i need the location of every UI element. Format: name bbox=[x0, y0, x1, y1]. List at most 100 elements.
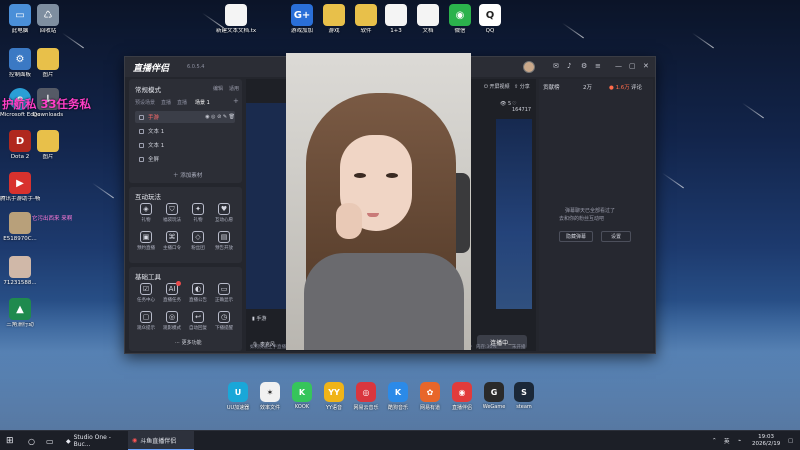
source-row[interactable]: 文本 1 bbox=[135, 139, 235, 151]
dock-kook[interactable]: K KOOK bbox=[286, 382, 318, 410]
desktop-icon-pictures-2[interactable]: 图片 bbox=[28, 130, 68, 161]
source-row[interactable]: 全屏 bbox=[135, 153, 235, 165]
delta-force-icon: ▲ bbox=[9, 298, 31, 320]
reply-icon: ↩ bbox=[192, 311, 204, 323]
tool-announcement[interactable]: ◐ 直播公告 bbox=[185, 283, 211, 303]
kugou-icon: K bbox=[388, 382, 408, 402]
basic-tools-title: 基础工具 bbox=[135, 273, 161, 281]
tool-gift-2[interactable]: ✦ 礼物 bbox=[185, 203, 211, 223]
add-scene-icon[interactable]: + bbox=[233, 97, 239, 105]
source-row[interactable]: 手游 ◉ ◎ ⊘ ✎ 🗑 bbox=[135, 111, 235, 123]
gift-icon: ✦ bbox=[192, 203, 204, 215]
start-button[interactable]: ⊞ bbox=[6, 431, 14, 450]
dock-live-companion[interactable]: ◉ 直播伴侣 bbox=[446, 382, 478, 411]
checkbox-icon[interactable] bbox=[139, 114, 144, 120]
desktop-icon-tencent-assistant[interactable]: ▶ 腾讯手游助手-畅玩手机... bbox=[0, 172, 40, 203]
desktop-icon-qq[interactable]: Q QQ bbox=[470, 4, 510, 35]
qq-icon: Q bbox=[479, 4, 501, 26]
calendar-icon: ▣ bbox=[140, 231, 152, 243]
dock-yy[interactable]: YY YY语音 bbox=[318, 382, 350, 411]
desktop-icon-image-file-2[interactable]: 71231588... bbox=[0, 256, 40, 287]
folder-icon bbox=[355, 4, 377, 26]
message-icon[interactable]: ✉ bbox=[553, 62, 559, 70]
tab-preset-scene[interactable]: 预设场景 bbox=[135, 99, 155, 106]
wechat-icon: ◉ bbox=[449, 4, 471, 26]
close-icon[interactable]: ✕ bbox=[643, 62, 649, 70]
tray-expand-icon[interactable]: ⌃ bbox=[712, 431, 717, 450]
tool-gift[interactable]: ◈ 礼物 bbox=[133, 203, 159, 223]
key-icon: ⌘ bbox=[166, 231, 178, 243]
tool-password[interactable]: ⌘ 主播口令 bbox=[159, 231, 185, 251]
comments-tab[interactable]: 评论 bbox=[631, 83, 642, 91]
tool-preview[interactable]: ▤ 预告开放 bbox=[211, 231, 237, 251]
chat-icon: ▢ bbox=[140, 311, 152, 323]
megaphone-icon: ◐ bbox=[192, 283, 204, 295]
recycle-bin-icon: ♺ bbox=[37, 4, 59, 26]
dock-steam[interactable]: Ssteam bbox=[508, 382, 540, 410]
minimize-icon[interactable]: — bbox=[615, 62, 622, 70]
tool-wish[interactable]: ♥ 互动心愿 bbox=[211, 203, 237, 223]
settings-button[interactable]: 设置 bbox=[601, 231, 631, 242]
tool-viewer-tips[interactable]: ▢ 观众提示 bbox=[133, 311, 159, 331]
menu-icon[interactable]: ≡ bbox=[595, 62, 601, 70]
dock-youdao[interactable]: ✿ 网易有道 bbox=[414, 382, 446, 411]
source-row[interactable]: 文本 1 bbox=[135, 125, 235, 137]
tool-auto-reply[interactable]: ↩ 自动回复 bbox=[185, 311, 211, 331]
interact-title: 互动玩法 bbox=[135, 193, 161, 201]
dock-netease-music[interactable]: ◎ 网易云音乐 bbox=[350, 382, 382, 411]
clock[interactable]: 19:03 2026/2/19 bbox=[752, 431, 780, 450]
source-actions-icon[interactable]: ◉ ◎ ⊘ ✎ 🗑 bbox=[205, 114, 235, 120]
network-icon[interactable]: ⌁ bbox=[738, 431, 741, 450]
checkbox-icon[interactable] bbox=[139, 142, 144, 148]
tool-fan-club[interactable]: ◇ 粉丝团 bbox=[185, 231, 211, 251]
tab-scene-1[interactable]: 场景 1 bbox=[195, 99, 210, 106]
add-material-button[interactable]: ＋ 添加素材 bbox=[173, 171, 202, 179]
desktop-icon-recycle-bin[interactable]: ♺ 回收站 bbox=[28, 4, 68, 35]
tool-watch-mode[interactable]: ◎ 观影模式 bbox=[159, 311, 185, 331]
tencent-assistant-icon: ▶ bbox=[9, 172, 31, 194]
dock-wegame[interactable]: G WeGame bbox=[478, 382, 510, 410]
avatar[interactable] bbox=[523, 61, 535, 73]
taskbar-app-live-companion[interactable]: ◉ 斗鱼直播伴侣 bbox=[128, 431, 194, 450]
tool-display[interactable]: ▭ 正确显示 bbox=[211, 283, 237, 303]
task-view-icon[interactable]: ▭ bbox=[46, 431, 54, 450]
tab-live-2[interactable]: 直播 bbox=[177, 99, 187, 106]
maximize-icon[interactable]: ▢ bbox=[629, 62, 636, 70]
memory: 内存:30% bbox=[476, 345, 497, 350]
contribution-tab[interactable]: 贡献榜 bbox=[543, 83, 560, 91]
gift-icon: ◈ bbox=[140, 203, 152, 215]
tool-live-task[interactable]: AI 直播任务 bbox=[159, 281, 185, 303]
wegame-icon: G bbox=[484, 382, 504, 402]
desktop-icon-delta-force[interactable]: ▲ 三角洲行动 bbox=[0, 298, 40, 329]
dock-uu[interactable]: U UU加速器 bbox=[222, 382, 254, 411]
notification-icon[interactable]: ▢ bbox=[788, 431, 793, 450]
tool-lucky-bag[interactable]: ⛉ 福袋玩法 bbox=[159, 203, 185, 223]
hide-danmaku-button[interactable]: 隐藏弹幕 bbox=[559, 231, 593, 242]
desktop-icon-pictures[interactable]: 图片 bbox=[28, 48, 68, 79]
settings-icon[interactable]: ⚙ bbox=[581, 62, 587, 70]
taskbar-app-studio-one[interactable]: ◆ Studio One - Buc... bbox=[62, 431, 126, 450]
desktop-icon-new-text[interactable]: 新建文本文档.txt bbox=[216, 4, 256, 35]
edit-button[interactable]: 编辑 bbox=[213, 85, 223, 92]
more-functions-button[interactable]: ⋯ 更多功能 bbox=[175, 339, 202, 346]
tool-end-reminder[interactable]: ◷ 下播提醒 bbox=[211, 311, 237, 331]
apply-button[interactable]: 适用 bbox=[229, 85, 239, 92]
app-version: 6.0.5.4 bbox=[187, 64, 205, 70]
input-language[interactable]: 英 bbox=[724, 431, 730, 450]
overlay-caption-2: 它污出西来 来啊 bbox=[32, 216, 73, 222]
mode-selector[interactable]: 常规模式 bbox=[135, 84, 161, 94]
bell-icon[interactable]: ♪ bbox=[567, 62, 571, 70]
tab-live-1[interactable]: 直播 bbox=[161, 99, 171, 106]
share-button[interactable]: ⇪ 分享 bbox=[514, 83, 530, 90]
search-icon[interactable]: ○ bbox=[28, 431, 35, 450]
tool-reserve[interactable]: ▣ 预约直播 bbox=[133, 231, 159, 251]
steam-icon: S bbox=[514, 382, 534, 402]
dock-kugou[interactable]: K 酷狗音乐 bbox=[382, 382, 414, 411]
checkbox-icon[interactable] bbox=[139, 128, 144, 134]
splash-video-button[interactable]: ⏻ 开屏视频 bbox=[484, 83, 510, 90]
wish-icon: ♥ bbox=[218, 203, 230, 215]
tool-task-center[interactable]: ☑ 任务中心 bbox=[133, 283, 159, 303]
checkbox-icon[interactable] bbox=[139, 156, 144, 162]
dock-efficiency[interactable]: ✶ 效率文件 bbox=[254, 382, 286, 411]
efficiency-icon: ✶ bbox=[260, 382, 280, 402]
